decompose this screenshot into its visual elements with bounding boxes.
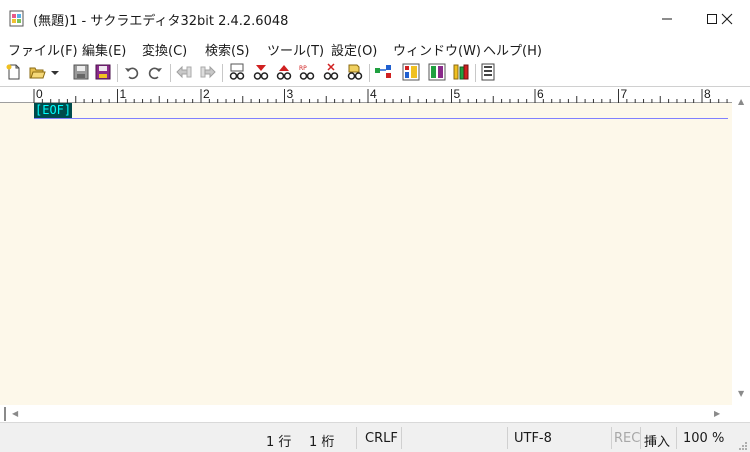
svg-text:RP: RP bbox=[299, 65, 307, 72]
search-next-down-icon[interactable] bbox=[252, 63, 272, 83]
close-icon bbox=[721, 13, 733, 24]
toolbar-separator bbox=[369, 64, 370, 82]
toolbar: RP bbox=[0, 60, 750, 86]
type-settings-icon[interactable] bbox=[480, 63, 500, 83]
ruler-ticks: 0 1 2 3 4 5 6 7 8 bbox=[33, 87, 728, 103]
open-folder-icon[interactable] bbox=[28, 63, 48, 83]
menu-file[interactable]: ファイル(F) bbox=[8, 40, 78, 59]
menu-edit[interactable]: 編集(E) bbox=[82, 40, 126, 59]
ruler-label: 2 bbox=[203, 87, 210, 101]
ruler-label: 8 bbox=[704, 87, 711, 101]
status-separator bbox=[401, 427, 402, 449]
back-icon[interactable] bbox=[175, 63, 195, 83]
menu-settings[interactable]: 設定(O) bbox=[331, 40, 377, 59]
grep-icon[interactable] bbox=[346, 63, 366, 83]
status-line: 1 行 bbox=[266, 435, 292, 450]
scroll-split-handle[interactable] bbox=[4, 407, 6, 421]
jump-icon[interactable] bbox=[374, 63, 394, 83]
horizontal-scrollbar[interactable]: ◀ ▶ bbox=[0, 405, 732, 423]
ruler-label: 4 bbox=[370, 87, 377, 101]
scroll-right-icon[interactable]: ▶ bbox=[714, 409, 720, 418]
status-eol[interactable]: CRLF bbox=[365, 431, 398, 446]
maximize-button-spacer bbox=[643, 0, 689, 37]
line-number-gutter bbox=[0, 103, 34, 405]
undo-icon[interactable] bbox=[123, 63, 143, 83]
scroll-up-icon[interactable]: ▲ bbox=[738, 97, 744, 106]
scrollbar-corner bbox=[732, 405, 750, 423]
status-rec: REC bbox=[614, 431, 641, 446]
status-encoding[interactable]: UTF-8 bbox=[514, 431, 552, 446]
status-separator bbox=[507, 427, 508, 449]
text-area[interactable]: [EOF] bbox=[34, 103, 732, 405]
forward-icon[interactable] bbox=[199, 63, 219, 83]
menu-help[interactable]: ヘルプ(H) bbox=[483, 40, 542, 59]
vertical-scrollbar[interactable]: ▲ ▼ bbox=[732, 87, 750, 405]
title-bar: (無題)1 - サクラエディタ32bit 2.4.2.6048 bbox=[0, 0, 750, 37]
toolbar-separator bbox=[170, 64, 171, 82]
sakura-editor-app-icon bbox=[9, 10, 25, 27]
ruler: 0 1 2 3 4 5 6 7 8 bbox=[0, 87, 732, 103]
close-button[interactable] bbox=[704, 0, 750, 37]
resize-grip-icon[interactable] bbox=[738, 440, 748, 450]
toolbar-separator bbox=[475, 64, 476, 82]
status-bar: 1 行 1 桁 CRLF UTF-8 REC 挿入 100 % bbox=[0, 422, 750, 452]
ruler-label: 6 bbox=[537, 87, 544, 101]
menu-search[interactable]: 検索(S) bbox=[205, 40, 249, 59]
outline-icon[interactable] bbox=[402, 63, 422, 83]
editor-area[interactable]: 0 1 2 3 4 5 6 7 8 [EOF] ▲ ▼ ◀ ▶ bbox=[0, 86, 750, 423]
search-icon[interactable] bbox=[228, 63, 248, 83]
settings-icon[interactable] bbox=[452, 63, 472, 83]
save-icon[interactable] bbox=[72, 63, 92, 83]
new-file-icon[interactable] bbox=[5, 63, 25, 83]
window-title: (無題)1 - サクラエディタ32bit 2.4.2.6048 bbox=[33, 14, 289, 29]
ruler-label: 3 bbox=[287, 87, 294, 101]
eof-marker: [EOF] bbox=[34, 103, 73, 118]
status-column: 1 桁 bbox=[309, 435, 335, 450]
menu-window[interactable]: ウィンドウ(W) bbox=[393, 40, 481, 59]
save-all-icon[interactable] bbox=[94, 63, 114, 83]
scroll-left-icon[interactable]: ◀ bbox=[12, 409, 18, 418]
ruler-label: 5 bbox=[454, 87, 461, 101]
status-separator bbox=[611, 427, 612, 449]
clear-mark-icon[interactable] bbox=[322, 63, 342, 83]
status-separator bbox=[676, 427, 677, 449]
ruler-label: 0 bbox=[36, 87, 43, 101]
toolbar-separator bbox=[222, 64, 223, 82]
status-zoom: 100 % bbox=[683, 431, 725, 446]
status-separator bbox=[356, 427, 357, 449]
menu-convert[interactable]: 変換(C) bbox=[142, 40, 187, 59]
toolbar-separator bbox=[117, 64, 118, 82]
cursor-line-underline bbox=[34, 118, 728, 119]
ruler-label: 1 bbox=[120, 87, 127, 101]
status-insert-mode[interactable]: 挿入 bbox=[644, 431, 670, 450]
status-separator bbox=[640, 427, 641, 449]
redo-icon[interactable] bbox=[146, 63, 166, 83]
menu-tools[interactable]: ツール(T) bbox=[267, 40, 324, 59]
dropdown-arrow-icon[interactable] bbox=[50, 63, 62, 83]
replace-icon[interactable]: RP bbox=[298, 63, 318, 83]
search-prev-up-icon[interactable] bbox=[275, 63, 295, 83]
menu-bar: ファイル(F) 編集(E) 変換(C) 検索(S) ツール(T) 設定(O) ウ… bbox=[0, 37, 750, 60]
compare-icon[interactable] bbox=[428, 63, 448, 83]
scroll-down-icon[interactable]: ▼ bbox=[738, 389, 744, 398]
ruler-label: 7 bbox=[621, 87, 628, 101]
